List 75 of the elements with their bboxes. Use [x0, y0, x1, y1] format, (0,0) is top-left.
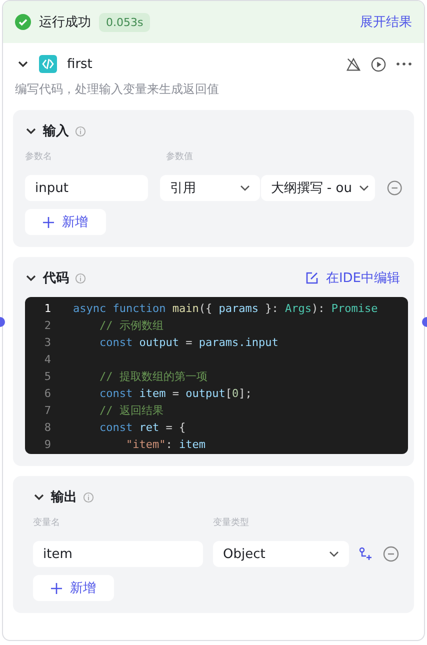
more-icon[interactable]: [396, 62, 412, 66]
code-token: ):: [311, 302, 326, 315]
info-icon: [83, 492, 94, 502]
code-token: // 返回结果: [98, 403, 164, 418]
code-editor[interactable]: 1 async function main({ params }: Args): Promise 2 // 示例数组 3 const output = params.input 4 5 // 提取数组的第一项 6 const item = output[0]; 7 // 返回结果 8 const ret = { 9 "item": item: [25, 297, 408, 454]
dropdown-icon: [329, 549, 339, 559]
section-title: 代码: [43, 270, 69, 287]
code-token: ({: [198, 302, 214, 315]
code-token: output: [139, 336, 179, 349]
dropdown-icon: [358, 183, 369, 193]
code-token: // 提取数组的第一项: [98, 369, 208, 384]
code-token: "item": [124, 438, 166, 451]
expand-results-link[interactable]: 展开结果: [360, 13, 412, 31]
add-child-icon[interactable]: [359, 547, 373, 561]
code-token: main: [172, 302, 199, 315]
code-token: async function: [73, 302, 167, 315]
column-header: 参数值: [166, 150, 193, 163]
line-number: 5: [43, 370, 52, 383]
add-button[interactable]: 新增: [25, 209, 106, 235]
dropdown-icon: [240, 183, 250, 193]
code-token: item: [178, 438, 206, 451]
variable-name-field[interactable]: item: [33, 541, 203, 567]
line-number: 6: [43, 387, 52, 400]
add-button[interactable]: 新增: [33, 575, 114, 601]
play-icon[interactable]: [371, 56, 386, 72]
plus-icon: [51, 582, 62, 594]
code-token: 0: [232, 387, 239, 400]
code-token: =: [184, 336, 194, 349]
line-number: 4: [43, 353, 52, 366]
code-token: }:: [264, 302, 280, 315]
code-token: ];: [238, 387, 252, 400]
remove-icon[interactable]: [386, 180, 402, 196]
remove-icon[interactable]: [383, 546, 399, 562]
code-token: const: [98, 336, 134, 349]
column-header: 参数名: [25, 150, 53, 163]
line-number: 9: [43, 438, 52, 451]
info-icon: [75, 272, 86, 284]
code-token: Args: [284, 302, 312, 315]
code-token: = {: [164, 421, 186, 434]
node-title: first: [67, 56, 92, 72]
reference-select[interactable]: 大纲撰写 - ou: [260, 175, 375, 201]
code-icon: [39, 55, 57, 73]
parameter-name-field[interactable]: input: [25, 175, 148, 201]
code-token: params.input: [198, 336, 278, 349]
code-token: ret: [139, 421, 160, 434]
type-select[interactable]: Object: [213, 541, 349, 567]
line-number: 2: [43, 319, 52, 332]
plus-icon: [43, 216, 54, 228]
column-header: 变量类型: [213, 516, 249, 529]
code-token: // 示例数组: [98, 318, 164, 333]
warning-off-icon[interactable]: [346, 56, 361, 72]
section-title: 输入: [43, 122, 69, 140]
line-number: 8: [43, 421, 52, 434]
code-token: params: [218, 302, 258, 315]
line-number: 1: [43, 302, 52, 315]
code-token: item: [139, 387, 166, 400]
line-number: 3: [43, 336, 52, 349]
check-icon: [15, 14, 31, 30]
code-token: const: [98, 387, 134, 400]
code-token: output: [186, 387, 226, 400]
edit-in-ide-link[interactable]: 在IDE中编辑: [326, 269, 400, 287]
node-description: 编写代码，处理输入变量来生成返回值: [14, 81, 220, 98]
line-number: 7: [43, 404, 52, 417]
duration-badge: 0.053s: [99, 12, 150, 32]
code-token: =: [171, 387, 180, 400]
section-title: 输出: [51, 489, 77, 506]
code-token: Promise: [331, 302, 378, 315]
info-icon: [75, 126, 86, 136]
edit-icon: [306, 272, 318, 284]
column-header: 变量名: [33, 516, 61, 529]
code-token: [: [225, 387, 232, 400]
status-label: 运行成功: [39, 14, 91, 31]
source-select[interactable]: 引用: [160, 175, 260, 201]
code-token: :: [166, 438, 174, 451]
code-token: const: [98, 421, 134, 434]
